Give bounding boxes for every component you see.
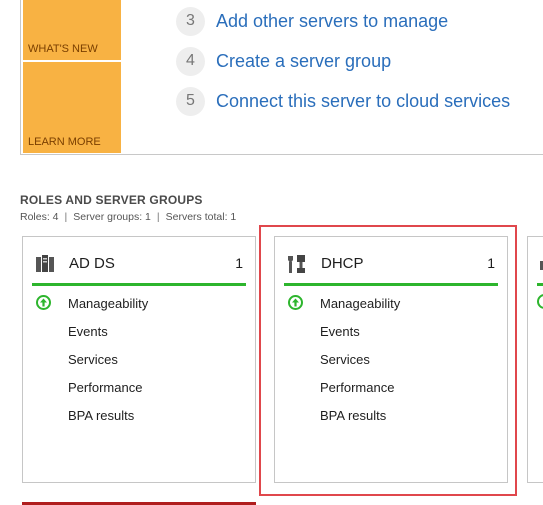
services-label: Services — [320, 352, 370, 367]
server-stack-icon — [35, 254, 55, 274]
card-items: Manageability Events Services Performanc… — [275, 290, 507, 430]
step-number: 4 — [176, 46, 205, 76]
bpa-results-item[interactable]: BPA results — [275, 402, 507, 430]
role-count: 1 — [235, 255, 243, 271]
step-add-servers: 3 Add other servers to manage — [176, 6, 448, 36]
role-card-dhcp[interactable]: DHCP 1 Manageability Events Services Per… — [274, 236, 508, 483]
status-bar — [32, 283, 246, 286]
bpa-results-item[interactable]: BPA results — [23, 402, 255, 430]
servers-total-count: Servers total: 1 — [165, 211, 237, 223]
role-card-partial[interactable] — [527, 236, 543, 483]
events-label: Events — [320, 324, 360, 339]
services-label: Services — [68, 352, 118, 367]
roles-summary: Roles: 4 | Server groups: 1 | Servers total:… — [20, 211, 236, 223]
up-arrow-icon — [36, 295, 51, 310]
up-arrow-icon — [537, 294, 543, 309]
step-number: 3 — [176, 6, 205, 36]
card-header: DHCP 1 — [287, 254, 495, 274]
create-group-link[interactable]: Create a server group — [216, 51, 391, 72]
performance-item[interactable]: Performance — [23, 374, 255, 402]
step-connect-cloud: 5 Connect this server to cloud services — [176, 86, 510, 116]
whats-new-label: WHAT'S NEW — [28, 43, 98, 55]
manageability-label: Manageability — [320, 296, 401, 311]
role-name[interactable]: DHCP — [321, 255, 364, 272]
role-name[interactable]: AD DS — [69, 255, 115, 272]
bpa-results-label: BPA results — [320, 408, 387, 423]
manageability-item[interactable]: Manageability — [275, 290, 507, 318]
bpa-results-label: BPA results — [68, 408, 135, 423]
services-item[interactable]: Services — [23, 346, 255, 374]
events-item[interactable]: Events — [23, 318, 255, 346]
card-header: AD DS 1 — [35, 254, 243, 274]
performance-label: Performance — [320, 380, 395, 395]
summary-separator: | — [156, 211, 160, 223]
connect-cloud-link[interactable]: Connect this server to cloud services — [216, 91, 510, 112]
step-number: 5 — [176, 86, 205, 116]
manageability-item[interactable]: Manageability — [23, 290, 255, 318]
services-item[interactable]: Services — [275, 346, 507, 374]
step-create-group: 4 Create a server group — [176, 46, 391, 76]
role-count: 1 — [487, 255, 495, 271]
up-arrow-icon — [288, 295, 303, 310]
events-label: Events — [68, 324, 108, 339]
learn-more-tile[interactable]: LEARN MORE — [23, 62, 121, 153]
status-bar — [284, 283, 498, 286]
roles-section-title: ROLES AND SERVER GROUPS — [20, 193, 203, 207]
status-bar — [537, 283, 543, 286]
network-tool-icon — [287, 254, 307, 274]
manageability-label: Manageability — [68, 296, 149, 311]
performance-item[interactable]: Performance — [275, 374, 507, 402]
add-servers-link[interactable]: Add other servers to manage — [216, 11, 448, 32]
summary-separator: | — [64, 211, 68, 223]
performance-label: Performance — [68, 380, 143, 395]
whats-new-tile[interactable]: WHAT'S NEW — [23, 0, 121, 60]
role-card-ad-ds[interactable]: AD DS 1 Manageability Events Services Pe… — [22, 236, 256, 483]
events-item[interactable]: Events — [275, 318, 507, 346]
card-items: Manageability Events Services Performanc… — [23, 290, 255, 430]
server-groups-count: Server groups: 1 — [73, 211, 151, 223]
roles-count: Roles: 4 — [20, 211, 59, 223]
learn-more-label: LEARN MORE — [28, 136, 101, 148]
